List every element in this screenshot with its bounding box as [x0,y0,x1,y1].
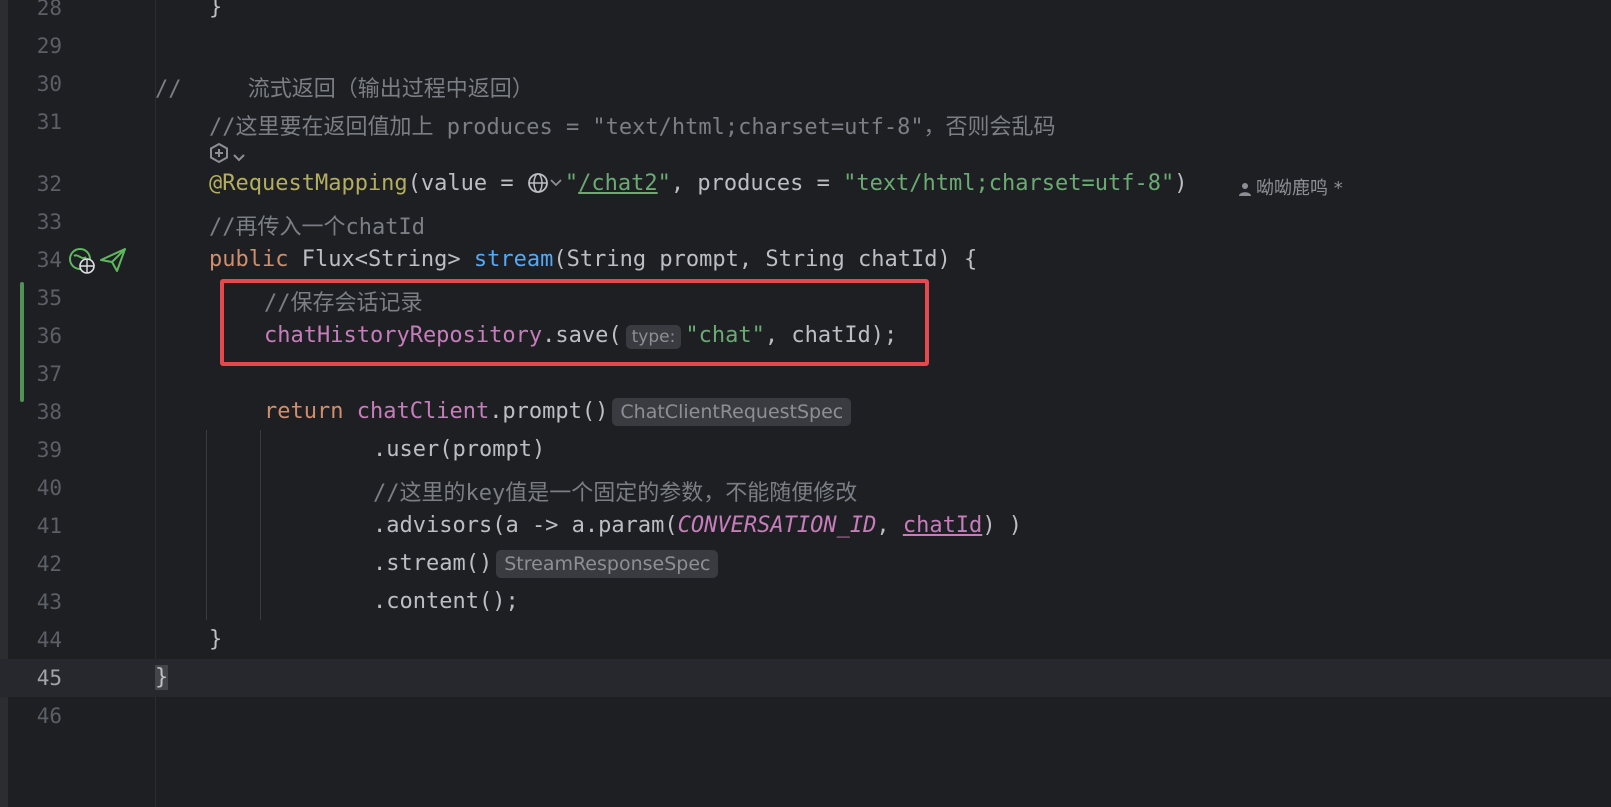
type-hint: StreamResponseSpec [496,550,719,578]
code-token: (String prompt, String chatId) { [553,247,978,272]
code-line-28[interactable]: 28 } [0,0,1611,27]
send-request-icon[interactable] [99,247,127,279]
line-number[interactable]: 29 [10,34,62,58]
string-literal: "text/html;charset=utf-8" [843,171,1175,196]
code-line-41[interactable]: 41 .advisors(a -> a.param(CONVERSATION_I… [0,507,1611,545]
code-line-46[interactable]: 46 [0,697,1611,735]
annotation[interactable]: @RequestMapping [209,171,408,196]
line-number[interactable]: 34 [10,248,62,272]
line-number[interactable]: 28 [10,0,62,20]
code-line-39[interactable]: 39 .user(prompt) [0,431,1611,469]
code-line-31[interactable]: 31 //这里要在返回值加上 produces = "text/html;cha… [0,103,1611,141]
code-token: .advisors(a -> a.param( [373,513,678,538]
highlight-box [220,279,929,366]
code-author-hint[interactable]: 呦呦鹿鸣 * [1238,174,1343,200]
line-number[interactable]: 32 [10,172,62,196]
code-token: .prompt() [489,399,609,424]
code-text: .user(prompt) [373,437,546,462]
author-name: 呦呦鹿鸣 * [1256,178,1343,199]
line-number[interactable]: 37 [10,362,62,386]
code-line-32[interactable]: 32 @RequestMapping(value = "/chat2", pro… [0,165,1611,203]
comment: // 流式返回（输出过程中返回） [155,77,534,102]
code-token: ) ) [982,513,1023,538]
code-line-40[interactable]: 40 //这里的key值是一个固定的参数，不能随便修改 [0,469,1611,507]
code-line-44[interactable]: 44 } [0,621,1611,659]
code-token: Flux<String> [288,247,474,272]
keyword: public [209,247,289,272]
line-number[interactable]: 42 [10,552,62,576]
type-hint: ChatClientRequestSpec [612,398,852,426]
person-icon [1239,183,1251,196]
code-line-38[interactable]: 38 return chatClient.prompt() ChatClientR… [0,393,1611,431]
code-text: } [209,0,223,20]
code-line-34[interactable]: 34 public Flux<String> stream(String pro… [0,241,1611,279]
method-name[interactable]: stream [474,247,553,272]
line-number[interactable]: 35 [10,286,62,310]
constant[interactable]: CONVERSATION_ID [678,513,877,538]
captured-variable[interactable]: chatId [903,513,982,538]
code-line-33[interactable]: 33 //再传入一个chatId [0,203,1611,241]
code-line-45[interactable]: 45 } [0,659,1611,697]
line-number[interactable]: 39 [10,438,62,462]
line-number[interactable]: 43 [10,590,62,614]
code-line-30[interactable]: 30 // 流式返回（输出过程中返回） [0,65,1611,103]
code-token: ) [1174,171,1188,196]
line-number[interactable]: 41 [10,514,62,538]
code-text: .content(); [373,589,519,614]
line-number[interactable]: 30 [10,72,62,96]
line-number[interactable]: 36 [10,324,62,348]
code-text: return chatClient.prompt() ChatClientRequ… [264,398,852,426]
line-number[interactable]: 44 [10,628,62,652]
keyword: return [264,399,344,424]
code-text: } [209,627,223,652]
code-token: , produces = [670,171,844,196]
line-number[interactable]: 46 [10,704,62,728]
code-token: (value = [407,171,527,196]
line-number[interactable]: 45 [10,666,62,690]
url-link[interactable]: /chat2 [578,171,657,196]
code-line-29[interactable]: 29 [0,27,1611,65]
code-text: .stream() StreamResponseSpec [373,550,719,578]
matched-brace: } [155,665,169,690]
code-token: .stream() [373,551,493,576]
comment: //再传入一个chatId [209,215,425,240]
line-number[interactable]: 31 [10,110,62,134]
code-token: " [657,171,671,196]
code-token: " [564,171,579,196]
globe-icon[interactable] [527,172,565,200]
code-token: , [876,513,903,538]
line-number[interactable]: 40 [10,476,62,500]
field-reference[interactable]: chatClient [357,399,489,424]
code-text: public Flux<String> stream(String prompt… [209,247,977,272]
comment: //这里的key值是一个固定的参数，不能随便修改 [373,481,858,506]
code-text: @RequestMapping(value = "/chat2", produc… [209,171,1187,200]
code-line-43[interactable]: 43 .content(); [0,583,1611,621]
code-text: .advisors(a -> a.param(CONVERSATION_ID, … [373,513,1022,538]
line-number[interactable]: 33 [10,210,62,234]
code-editor[interactable]: 28 } 29 30 // 流式返回（输出过程中返回） 31 //这里要在返回值… [0,0,1611,807]
comment: //这里要在返回值加上 produces = "text/html;charse… [209,115,1056,140]
code-line-42[interactable]: 42 .stream() StreamResponseSpec [0,545,1611,583]
code-vision-row [0,140,1611,168]
web-endpoint-icon[interactable] [68,247,96,281]
line-number[interactable]: 38 [10,400,62,424]
